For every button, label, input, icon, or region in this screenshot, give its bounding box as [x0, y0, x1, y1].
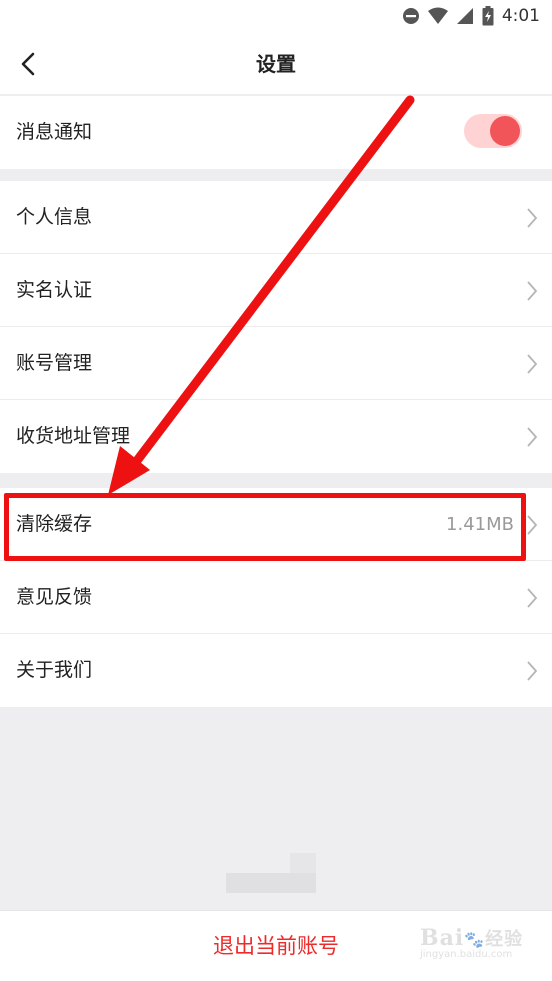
chevron-right-icon: [527, 281, 538, 301]
chevron-left-icon: [21, 52, 35, 76]
wifi-icon: [427, 7, 448, 24]
logout-bar: 退出当前账号: [0, 910, 552, 981]
logout-button[interactable]: 退出当前账号: [0, 911, 552, 981]
list-item-label: 实名认证: [16, 279, 93, 301]
notification-label: 消息通知: [16, 121, 93, 143]
chevron-right-icon: [527, 515, 538, 535]
list-item-label: 个人信息: [16, 206, 93, 228]
list-item-clear-cache[interactable]: 清除缓存 1.41MB: [0, 488, 552, 561]
misc-settings-group: 清除缓存 1.41MB 意见反馈 关于我们: [0, 488, 552, 707]
list-item-personal-info[interactable]: 个人信息: [0, 181, 552, 254]
chevron-right-icon: [527, 354, 538, 374]
notification-toggle[interactable]: [464, 114, 522, 148]
account-settings-group: 个人信息 实名认证 账号管理 收货地址管理: [0, 181, 552, 473]
list-item-label: 清除缓存: [16, 513, 93, 535]
list-item-real-name[interactable]: 实名认证: [0, 254, 552, 327]
chevron-right-icon: [527, 661, 538, 681]
battery-charging-icon: [482, 6, 494, 26]
list-item-address[interactable]: 收货地址管理: [0, 400, 552, 473]
blurred-region: [290, 853, 316, 875]
chevron-right-icon: [527, 208, 538, 228]
list-item-account-manage[interactable]: 账号管理: [0, 327, 552, 400]
blurred-region: [226, 873, 316, 893]
status-time: 4:01: [501, 6, 540, 26]
list-item-label: 收货地址管理: [16, 425, 131, 447]
header-bar: 设置: [0, 34, 552, 94]
cache-size-value: 1.41MB: [446, 514, 514, 535]
chevron-right-icon: [527, 588, 538, 608]
list-item-about-us[interactable]: 关于我们: [0, 634, 552, 707]
signal-icon: [456, 8, 473, 24]
status-bar: 4:01: [0, 0, 552, 34]
page-title: 设置: [256, 52, 296, 76]
list-item-feedback[interactable]: 意见反馈: [0, 561, 552, 634]
status-icons: 4:01: [402, 6, 540, 26]
list-item-label: 账号管理: [16, 352, 93, 374]
notification-group: 消息通知: [0, 96, 552, 169]
list-item-label: 关于我们: [16, 659, 93, 681]
list-item-label: 意见反馈: [16, 586, 93, 608]
back-button[interactable]: [8, 44, 48, 84]
notification-row: 消息通知: [0, 96, 552, 169]
toggle-knob: [490, 116, 520, 146]
chevron-right-icon: [527, 427, 538, 447]
dnd-icon: [402, 8, 419, 24]
